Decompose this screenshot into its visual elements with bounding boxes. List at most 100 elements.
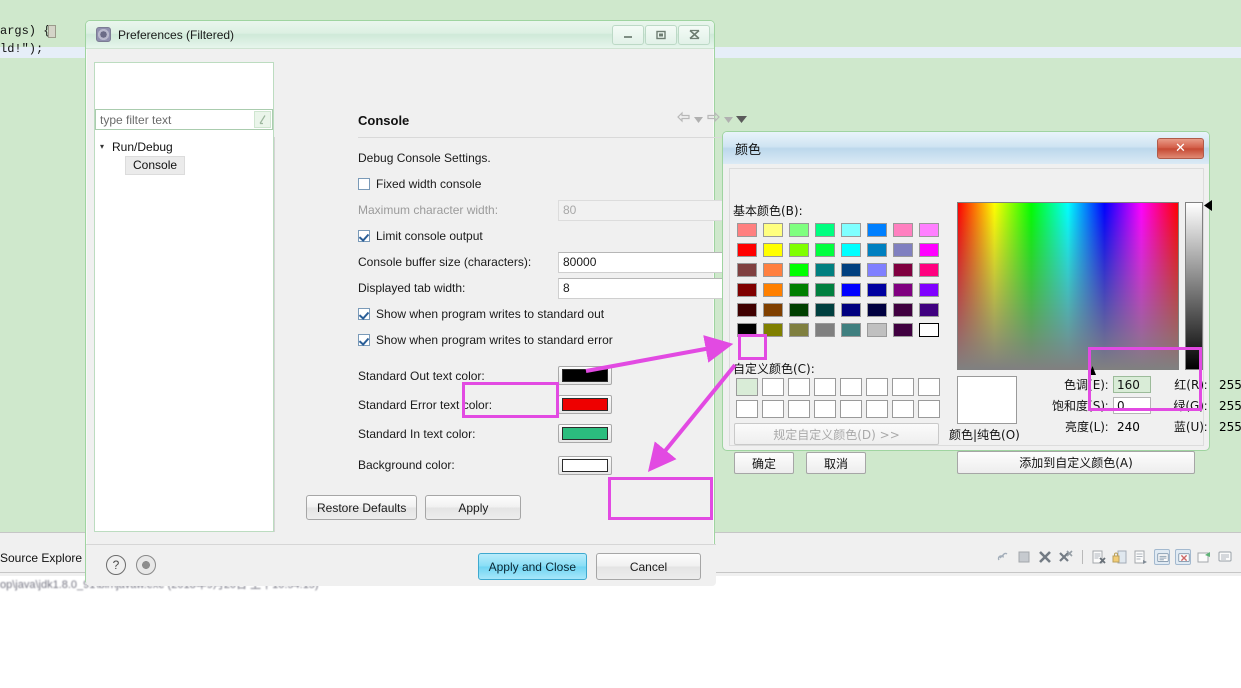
custom-color-cell[interactable] — [838, 398, 864, 420]
basic-color-cell[interactable] — [760, 240, 786, 260]
fixed-width-console-checkbox[interactable] — [358, 178, 370, 190]
basic-color-cell[interactable] — [734, 220, 760, 240]
basic-color-cell[interactable] — [890, 240, 916, 260]
basic-color-cell[interactable] — [916, 260, 942, 280]
sidebar-item-console-row[interactable]: Console — [95, 156, 273, 175]
standard-error-color-button[interactable] — [558, 395, 612, 414]
basic-color-cell[interactable] — [734, 280, 760, 300]
cancel-button[interactable]: Cancel — [596, 553, 701, 580]
apply-button[interactable]: Apply — [425, 495, 522, 520]
preferences-titlebar[interactable]: Preferences (Filtered) — [86, 21, 714, 49]
custom-color-cell[interactable] — [916, 376, 942, 398]
basic-color-cell[interactable] — [890, 300, 916, 320]
remove-all-launches-icon[interactable] — [1058, 549, 1074, 565]
basic-color-cell[interactable] — [838, 260, 864, 280]
tab-source-explorer[interactable]: Source Explore — [0, 551, 82, 565]
basic-color-cell[interactable] — [916, 240, 942, 260]
blue-input[interactable]: 255 — [1212, 420, 1241, 434]
basic-color-cell[interactable] — [812, 220, 838, 240]
define-custom-colors-button[interactable]: 规定自定义颜色(D) >> — [734, 423, 939, 445]
search-input[interactable] — [95, 109, 273, 130]
custom-color-cell[interactable] — [812, 398, 838, 420]
help-question-icon[interactable]: ? — [106, 555, 126, 575]
basic-color-cell[interactable] — [786, 240, 812, 260]
forward-arrow-icon[interactable] — [706, 111, 721, 126]
custom-color-cell[interactable] — [812, 376, 838, 398]
menu-dropdown-icon[interactable] — [736, 112, 747, 126]
basic-color-cell[interactable] — [760, 280, 786, 300]
custom-color-cell[interactable] — [760, 398, 786, 420]
expand-arrow-icon[interactable]: ▾ — [100, 142, 112, 151]
back-arrow-icon[interactable] — [676, 111, 691, 126]
word-wrap-icon[interactable] — [1133, 549, 1149, 565]
basic-color-cell[interactable] — [786, 300, 812, 320]
show-stdout-checkbox[interactable] — [358, 308, 370, 320]
color-dialog-titlebar[interactable]: 颜色 ✕ — [723, 132, 1209, 164]
display-selected-console-icon[interactable] — [1217, 549, 1233, 565]
custom-color-cell[interactable] — [734, 398, 760, 420]
luminance-input[interactable]: 240 — [1113, 420, 1151, 434]
basic-color-cell[interactable] — [838, 300, 864, 320]
basic-color-cell[interactable] — [812, 260, 838, 280]
basic-color-cell[interactable] — [838, 280, 864, 300]
basic-color-cell[interactable] — [838, 220, 864, 240]
restore-defaults-button[interactable]: Restore Defaults — [306, 495, 418, 520]
custom-color-cell[interactable] — [890, 376, 916, 398]
custom-color-cell[interactable] — [734, 376, 760, 398]
basic-color-cell[interactable] — [864, 240, 890, 260]
basic-color-cell[interactable] — [864, 280, 890, 300]
limit-console-output-checkbox[interactable] — [358, 230, 370, 242]
basic-color-cell[interactable] — [734, 240, 760, 260]
basic-color-cell[interactable] — [760, 300, 786, 320]
red-input[interactable]: 255 — [1212, 378, 1241, 392]
show-stderr-checkbox[interactable] — [358, 334, 370, 346]
luminance-slider-icon[interactable] — [1204, 200, 1212, 211]
basic-color-cell[interactable] — [916, 280, 942, 300]
clear-filter-icon[interactable] — [254, 111, 271, 128]
basic-color-cell[interactable] — [916, 320, 942, 340]
basic-color-cell[interactable] — [812, 280, 838, 300]
basic-color-cell[interactable] — [786, 220, 812, 240]
add-to-custom-colors-button[interactable]: 添加到自定义颜色(A) — [957, 451, 1195, 474]
basic-color-cell[interactable] — [812, 320, 838, 340]
close-icon[interactable] — [678, 24, 710, 45]
custom-color-cell[interactable] — [864, 376, 890, 398]
link-icon[interactable] — [995, 549, 1011, 565]
cancel-button[interactable]: 取消 — [806, 452, 866, 474]
basic-color-cell[interactable] — [890, 260, 916, 280]
back-dropdown-icon[interactable] — [694, 112, 703, 126]
custom-color-cell[interactable] — [786, 376, 812, 398]
basic-color-cell[interactable] — [916, 220, 942, 240]
show-console-icon[interactable] — [1154, 549, 1170, 565]
maximize-icon[interactable] — [645, 24, 677, 45]
standard-out-color-button[interactable] — [558, 366, 612, 385]
custom-color-cell[interactable] — [916, 398, 942, 420]
basic-color-cell[interactable] — [786, 280, 812, 300]
remove-launch-icon[interactable] — [1037, 549, 1053, 565]
close-icon[interactable]: ✕ — [1157, 137, 1204, 159]
ok-button[interactable]: 确定 — [734, 452, 794, 474]
custom-color-cell[interactable] — [760, 376, 786, 398]
basic-color-cell[interactable] — [864, 220, 890, 240]
basic-color-cell[interactable] — [760, 220, 786, 240]
basic-color-cell[interactable] — [838, 240, 864, 260]
basic-color-cell[interactable] — [916, 300, 942, 320]
basic-color-cell[interactable] — [890, 320, 916, 340]
basic-color-cell[interactable] — [734, 260, 760, 280]
resize-grip-icon[interactable] — [136, 555, 156, 575]
basic-color-cell[interactable] — [864, 300, 890, 320]
basic-color-cell[interactable] — [812, 300, 838, 320]
terminate-icon[interactable] — [1016, 549, 1032, 565]
basic-color-cell[interactable] — [760, 260, 786, 280]
minimize-icon[interactable] — [612, 24, 644, 45]
basic-color-cell[interactable] — [812, 240, 838, 260]
sidebar-item-console[interactable]: Console — [125, 156, 186, 175]
basic-color-cell[interactable] — [890, 280, 916, 300]
basic-color-cell[interactable] — [890, 220, 916, 240]
color-spectrum-field[interactable] — [957, 202, 1179, 370]
luminance-bar[interactable] — [1185, 202, 1203, 370]
basic-color-cell[interactable] — [838, 320, 864, 340]
basic-color-cell[interactable] — [734, 300, 760, 320]
basic-color-cell[interactable] — [786, 320, 812, 340]
clear-console-icon[interactable] — [1091, 549, 1107, 565]
